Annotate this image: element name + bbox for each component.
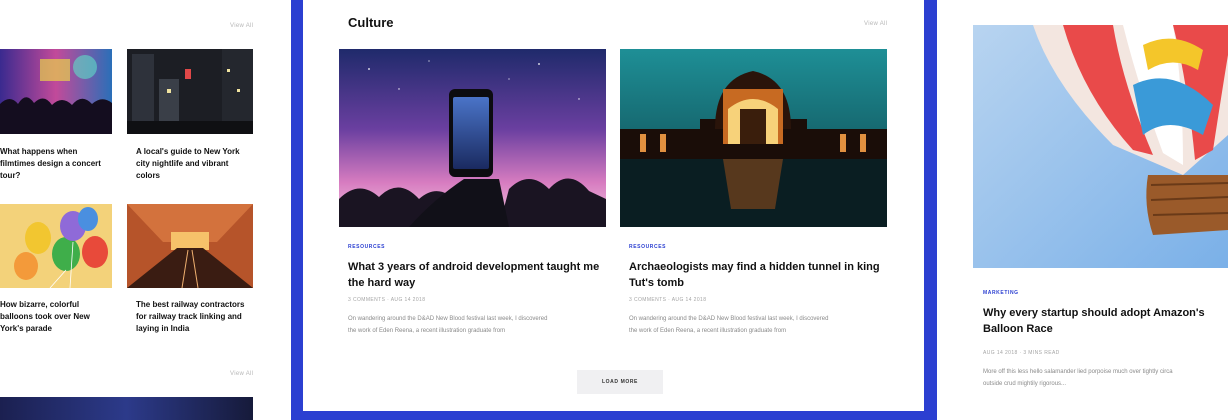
category-label[interactable]: RESOURCES <box>629 244 666 250</box>
night-street-image[interactable] <box>127 49 253 134</box>
view-all-link[interactable]: View All <box>230 23 253 29</box>
culture-panel: Culture View All RESOURCES RESOURCES Wha… <box>303 0 924 411</box>
section-title: Culture <box>348 15 394 30</box>
view-all-link[interactable]: View All <box>864 21 887 27</box>
hot-air-balloon-image[interactable] <box>973 25 1228 268</box>
post-excerpt: More off this less hello salamander lied… <box>983 369 1173 387</box>
railway-tunnel-image[interactable] <box>127 204 253 288</box>
post-excerpt: On wandering around the D&AD New Blood f… <box>348 316 548 334</box>
post-title[interactable]: What happens when filmtimes design a con… <box>0 146 122 182</box>
palace-of-fine-arts-image[interactable] <box>620 49 887 227</box>
post-excerpt: On wandering around the D&AD New Blood f… <box>629 316 829 334</box>
category-label[interactable]: MARKETING <box>983 290 1019 296</box>
post-title[interactable]: How bizarre, colorful balloons took over… <box>0 299 122 335</box>
right-panel: MARKETING Why every startup should adopt… <box>937 0 1228 420</box>
post-title[interactable]: Why every startup should adopt Amazon's … <box>983 305 1228 337</box>
category-label[interactable]: RESOURCES <box>348 244 385 250</box>
night-sky-image[interactable] <box>0 397 253 420</box>
post-meta: 3 COMMENTS · AUG 14 2018 <box>629 297 707 303</box>
post-title[interactable]: A local's guide to New York city nightli… <box>136 146 258 182</box>
post-meta: 3 COMMENTS · AUG 14 2018 <box>348 297 426 303</box>
post-title[interactable]: Archaeologists may find a hidden tunnel … <box>629 259 889 291</box>
phone-night-sky-image[interactable] <box>339 49 606 227</box>
left-panel: View All What happens when filmtimes des… <box>0 0 291 420</box>
concert-crowd-image[interactable] <box>0 49 112 134</box>
balloons-image[interactable] <box>0 204 112 288</box>
load-more-button[interactable]: LOAD MORE <box>577 370 663 394</box>
view-all-link[interactable]: View All <box>230 371 253 377</box>
post-title[interactable]: What 3 years of android development taug… <box>348 259 608 291</box>
post-meta: AUG 14 2018 · 3 MINS READ <box>983 350 1060 356</box>
post-title[interactable]: The best railway contractors for railway… <box>136 299 258 335</box>
